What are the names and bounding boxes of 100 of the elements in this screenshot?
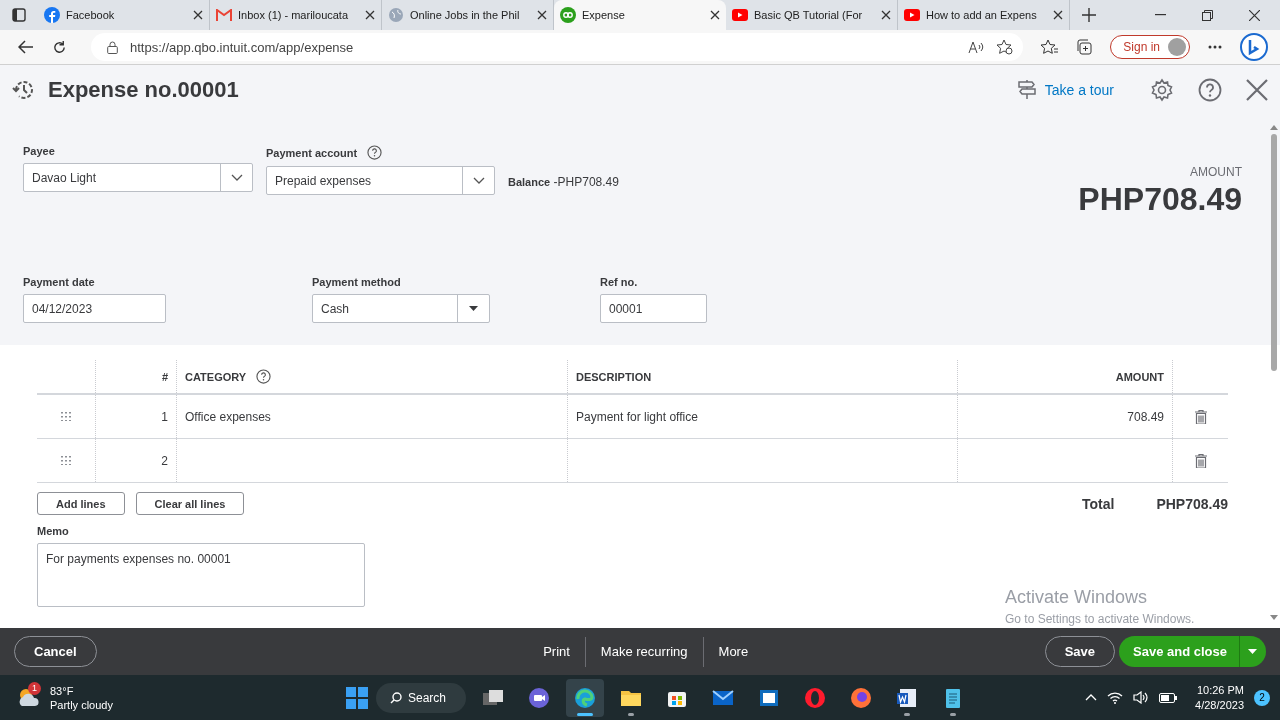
opera-icon (803, 685, 828, 710)
chat-icon (527, 685, 552, 710)
settings-icon[interactable] (1150, 78, 1174, 102)
scrollbar[interactable] (1270, 125, 1278, 620)
weather-text: Partly cloudy (50, 697, 113, 712)
drag-handle-icon[interactable] (60, 412, 72, 421)
amount-label: AMOUNT (1190, 165, 1242, 179)
close-icon[interactable] (710, 10, 720, 20)
watermark-title: Activate Windows (1005, 587, 1149, 608)
avatar-icon (1168, 38, 1186, 56)
table-cell[interactable]: 708.49 (957, 395, 1172, 438)
taskbar-app[interactable] (566, 678, 605, 717)
search-icon (390, 691, 402, 704)
column-header: DESCRIPTION (567, 360, 957, 393)
column-header: AMOUNT (957, 360, 1172, 393)
chevron-down-icon (230, 174, 243, 181)
facebook-icon (44, 7, 60, 23)
table-cell: 1 (95, 395, 176, 438)
field-label: Ref no. (600, 276, 638, 288)
footer-link[interactable]: More (702, 636, 764, 667)
favorites-icon[interactable] (1041, 39, 1059, 55)
total-label: Total (1082, 495, 1115, 512)
notification-badge[interactable]: 2 (1254, 689, 1270, 706)
notification-badge: 1 (28, 681, 41, 695)
play-icon (904, 9, 920, 21)
signpost-icon (1016, 80, 1037, 100)
browser-tab[interactable]: Expense (554, 0, 726, 30)
battery-icon[interactable] (1159, 692, 1178, 703)
save-options-button[interactable] (1239, 636, 1266, 667)
field-label: Payee (23, 145, 55, 157)
close-icon[interactable] (1249, 9, 1260, 21)
volume-icon[interactable] (1133, 691, 1150, 704)
clock-date[interactable]: 4/28/2023 (1195, 697, 1244, 713)
page-title: Expense no.00001 (48, 77, 239, 103)
balance-text: Balance -PHP708.49 (508, 175, 619, 189)
total-value: PHP708.49 (1156, 495, 1228, 512)
amount-total: PHP708.49 (1078, 181, 1242, 218)
restore-icon[interactable] (1202, 9, 1213, 21)
qb-logo-icon (560, 7, 576, 23)
help-icon[interactable] (1198, 78, 1222, 102)
memo-field[interactable]: For payments expenses no. 00001 (37, 543, 365, 607)
field-label: Payment account (266, 146, 358, 159)
chevron-down-icon (472, 177, 485, 184)
add-lines-button[interactable]: Add lines (37, 492, 125, 515)
help-icon[interactable] (367, 145, 383, 160)
sign-in-button[interactable]: Sign in (1110, 35, 1190, 59)
footer-link[interactable]: Make recurring (584, 636, 703, 667)
address-bar[interactable]: https://app.qbo.intuit.com/app/expense (91, 33, 1024, 61)
date-field[interactable]: 04/12/2023 (23, 294, 166, 323)
minimize-icon[interactable] (1155, 14, 1166, 16)
temperature-text: 83°F (50, 683, 75, 698)
watermark-text: Go to Settings to activate Windows. (1005, 612, 1195, 626)
play-icon (732, 9, 748, 21)
close-icon[interactable] (881, 10, 891, 20)
trash-icon[interactable] (1194, 453, 1207, 468)
history-icon[interactable] (12, 78, 36, 102)
caret-icon (1248, 649, 1257, 654)
scroll-up-icon[interactable] (1270, 125, 1278, 130)
more-icon[interactable] (1208, 45, 1222, 49)
account-dropdown[interactable]: Prepaid expenses (266, 166, 495, 195)
close-icon[interactable] (537, 10, 547, 20)
scroll-down-icon[interactable] (1270, 615, 1278, 620)
start-icon[interactable] (346, 686, 368, 709)
wifi-icon[interactable] (1107, 691, 1124, 704)
close-icon[interactable] (365, 10, 375, 20)
collections-icon[interactable] (1076, 39, 1093, 55)
caret-icon (469, 306, 478, 311)
field-label: Memo (37, 525, 70, 537)
table-cell: 2 (95, 439, 176, 482)
field-label: Payment date (23, 276, 95, 288)
read-aloud-icon[interactable] (968, 40, 985, 54)
drag-handle-icon[interactable] (60, 456, 72, 465)
tab-actions-icon[interactable] (12, 8, 26, 22)
firefox-icon (849, 685, 874, 710)
new-tab-icon[interactable] (1082, 8, 1096, 22)
payee-dropdown[interactable]: Davao Light (23, 163, 253, 192)
close-icon[interactable] (1053, 10, 1063, 20)
clear-lines-button[interactable]: Clear all lines (135, 492, 245, 515)
refresh-icon[interactable] (52, 39, 67, 55)
table-cell[interactable]: Payment for light office (567, 395, 957, 438)
lock-icon (107, 40, 118, 54)
field-label: Payment method (312, 276, 401, 288)
column-header: # (95, 360, 176, 393)
help-icon[interactable] (256, 369, 272, 384)
trash-icon[interactable] (1194, 409, 1207, 424)
table-cell[interactable]: Office expenses (176, 395, 567, 438)
envelope-icon (216, 9, 232, 21)
back-icon[interactable] (18, 40, 34, 54)
clock-time[interactable]: 10:26 PM (1196, 682, 1244, 698)
globe-icon (388, 7, 404, 23)
method-dropdown[interactable]: Cash (312, 294, 490, 323)
column-header: CATEGORY (185, 370, 247, 383)
footer-link[interactable]: Print (528, 636, 585, 667)
chevron-up-icon[interactable] (1085, 694, 1098, 701)
take-tour-link[interactable]: Take a tour (1044, 82, 1114, 98)
edge-icon (573, 685, 598, 710)
taskbar-search[interactable]: Search (376, 682, 467, 713)
close-icon[interactable] (193, 10, 203, 20)
ref-field[interactable]: 00001 (600, 294, 707, 323)
favorite-add-icon[interactable] (996, 39, 1014, 55)
